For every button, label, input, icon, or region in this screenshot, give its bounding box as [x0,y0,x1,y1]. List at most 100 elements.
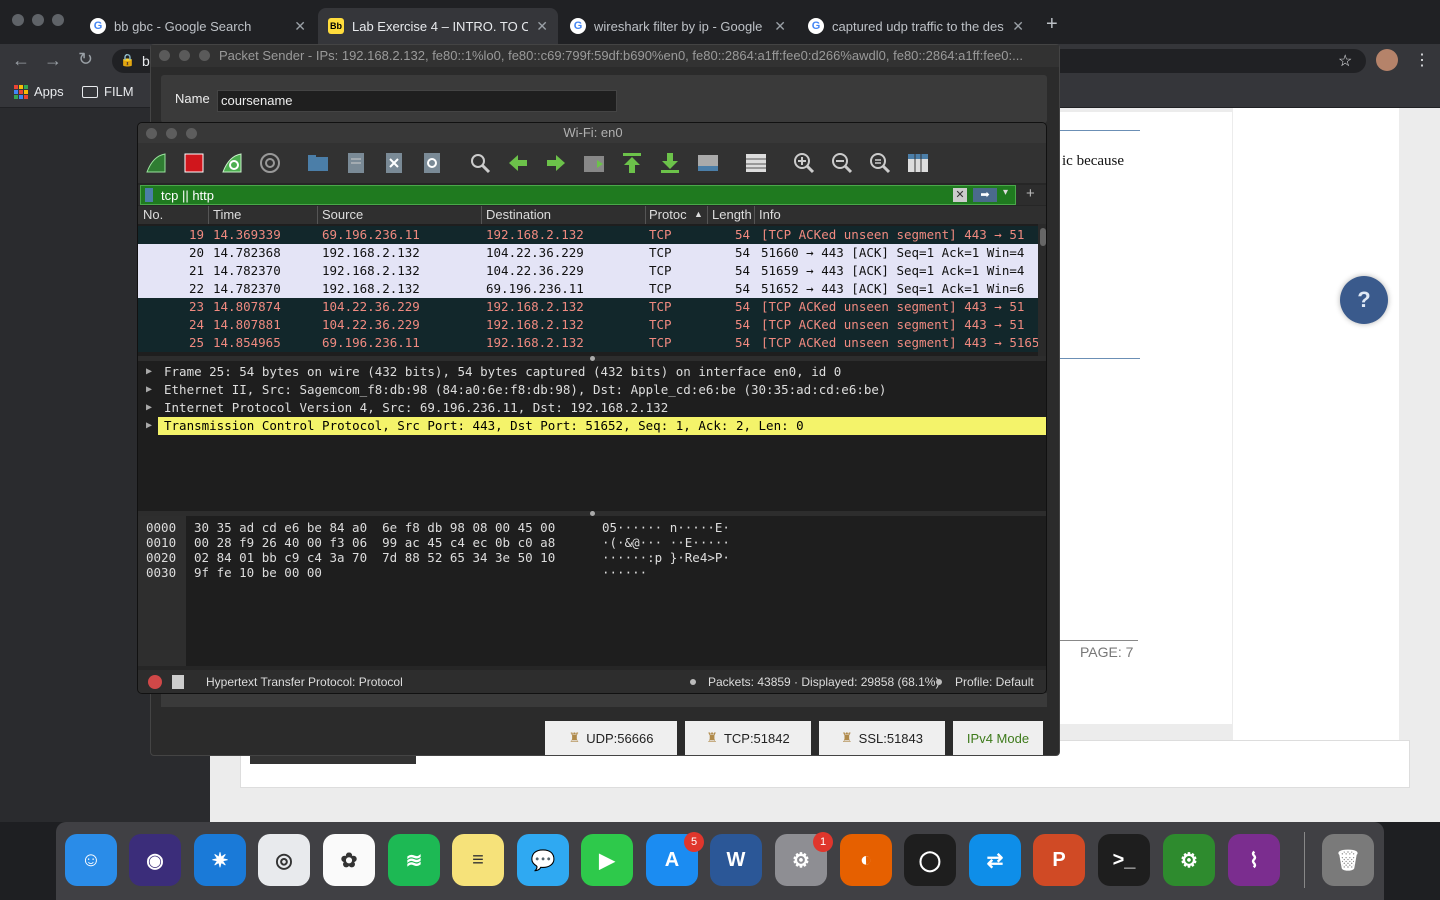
browser-tab[interactable]: G bb gbc - Google Search ✕ [80,8,316,44]
reload-file-icon[interactable] [420,151,444,175]
chrome-dock-icon[interactable]: ◎ [258,834,310,886]
terminal-dock-icon[interactable]: >_ [1098,834,1150,886]
add-filter-button[interactable]: + [1026,185,1035,202]
browser-tab-active[interactable]: Bb Lab Exercise 4 – INTRO. TO CYB ✕ [318,8,558,44]
packet-row[interactable]: 20 14.782368 192.168.2.132 104.22.36.229 TCP… [138,244,1038,262]
minimize-window-button[interactable] [32,14,44,26]
spotify-dock-icon[interactable]: ≋ [388,834,440,886]
browser-tab[interactable]: G wireshark filter by ip - Google Se ✕ [560,8,796,44]
expand-triangle-icon[interactable]: ▶ [146,381,152,399]
zoom-in-icon[interactable] [792,151,816,175]
restart-capture-icon[interactable] [220,151,244,175]
display-filter-input[interactable]: tcp || http ✕ ➡ ▾ [140,185,1016,205]
colorize-list-icon[interactable] [744,151,768,175]
new-tab-button[interactable]: + [1046,14,1058,34]
expand-triangle-icon[interactable]: ▶ [146,363,152,381]
packet-row[interactable]: 19 14.369339 69.196.236.11 192.168.2.132 TCP… [138,226,1038,244]
powerpoint-dock-icon[interactable]: P [1033,834,1085,886]
profile-avatar[interactable] [1376,49,1398,71]
detail-row-tcp[interactable]: ▶ Transmission Control Protocol, Src Port… [138,417,1046,435]
detail-row-ethernet[interactable]: ▶ Ethernet II, Src: Sagemcom_f8:db:98 (84… [138,381,1046,399]
network-radar-dock-icon[interactable]: ⌇ [1228,834,1280,886]
minimize-window-button[interactable] [179,50,190,61]
scrollbar-thumb[interactable] [1040,228,1046,246]
column-header-protocol[interactable]: Protoc [649,207,697,222]
go-forward-arrow-icon[interactable] [544,151,568,175]
auto-scroll-icon[interactable] [696,151,720,175]
close-tab-icon[interactable]: ✕ [1012,18,1024,35]
go-back-arrow-icon[interactable] [506,151,530,175]
bookmark-film[interactable]: FILM [82,84,134,99]
go-to-packet-icon[interactable] [582,151,606,175]
stop-capture-icon[interactable] [182,151,206,175]
filter-dropdown-chevron-icon[interactable]: ▾ [1003,187,1008,198]
expand-triangle-icon[interactable]: ▶ [146,417,152,435]
zoom-window-button[interactable] [186,128,197,139]
packet-row[interactable]: 21 14.782370 192.168.2.132 104.22.36.229 TCP… [138,262,1038,280]
safari-dock-icon[interactable]: ✷ [194,834,246,886]
packet-list-scrollbar[interactable] [1038,224,1046,356]
trash-dock-icon[interactable]: 🗑 [1322,834,1374,886]
udp-port-button[interactable]: ♜ UDP:56666 [545,721,677,755]
sync-dock-icon[interactable]: ◯ [904,834,956,886]
go-first-packet-icon[interactable] [620,151,644,175]
column-header-destination[interactable]: Destination [486,207,551,222]
column-header-source[interactable]: Source [322,207,363,222]
forward-arrow-icon[interactable]: → [44,50,62,71]
bookmark-apps[interactable]: Apps [14,84,64,99]
packet-row[interactable]: 25 14.854965 69.196.236.11 192.168.2.132 TCP… [138,334,1038,352]
word-dock-icon[interactable]: W [710,834,762,886]
capture-comment-icon[interactable] [172,675,184,689]
finder-dock-icon[interactable]: ☺ [65,834,117,886]
start-capture-fin-icon[interactable] [144,151,168,175]
column-header-length[interactable]: Length [712,207,754,222]
clear-filter-icon[interactable]: ✕ [953,188,967,202]
close-window-button[interactable] [159,50,170,61]
close-window-button[interactable] [12,14,24,26]
save-file-icon[interactable] [344,151,368,175]
detail-row-ip[interactable]: ▶ Internet Protocol Version 4, Src: 69.19… [138,399,1046,417]
bookmark-filter-icon[interactable] [145,188,153,202]
resize-columns-icon[interactable] [906,151,930,175]
go-last-packet-icon[interactable] [658,151,682,175]
name-input[interactable]: coursename [217,90,617,112]
bookmark-star-icon[interactable]: ☆ [1338,51,1352,71]
close-window-button[interactable] [146,128,157,139]
close-tab-icon[interactable]: ✕ [774,18,786,35]
packet-row[interactable]: 23 14.807874 104.22.36.229 192.168.2.132 TCP… [138,298,1038,316]
notes-dock-icon[interactable]: ≡ [452,834,504,886]
expand-triangle-icon[interactable]: ▶ [146,399,152,417]
zoom-window-button[interactable] [52,14,64,26]
zoom-window-button[interactable] [199,50,210,61]
close-file-icon[interactable] [382,151,406,175]
zoom-out-icon[interactable] [830,151,854,175]
minimize-window-button[interactable] [166,128,177,139]
close-tab-icon[interactable]: ✕ [294,18,306,35]
apply-filter-arrow-icon[interactable]: ➡ [973,188,997,202]
menu-kebab-icon[interactable]: ⋮ [1414,50,1430,70]
find-packet-search-icon[interactable] [468,151,492,175]
detail-row-frame[interactable]: ▶ Frame 25: 54 bytes on wire (432 bits), … [138,363,1046,381]
packet-row[interactable]: 24 14.807881 104.22.36.229 192.168.2.132 TCP… [138,316,1038,334]
expert-info-icon[interactable] [148,675,162,689]
wireshark-dock-icon[interactable]: ⚙ [1163,834,1215,886]
firefox-dock-icon[interactable]: ◐ [840,834,892,886]
ssl-port-button[interactable]: ♜ SSL:51843 [819,721,945,755]
profile-text[interactable]: Profile: Default [955,675,1034,689]
capture-options-gear-icon[interactable] [258,151,282,175]
tcp-port-button[interactable]: ♜ TCP:51842 [685,721,811,755]
reload-icon[interactable]: ↻ [78,49,93,70]
messages-dock-icon[interactable]: 💬 [517,834,569,886]
teamviewer-dock-icon[interactable]: ⇄ [969,834,1021,886]
open-folder-icon[interactable] [306,151,330,175]
column-header-no[interactable]: No. [143,207,163,222]
help-question-icon[interactable]: ? [1340,276,1388,324]
normal-size-icon[interactable] [868,151,892,175]
facetime-dock-icon[interactable]: ▶ [581,834,633,886]
photos-dock-icon[interactable]: ✿ [323,834,375,886]
packet-row[interactable]: 22 14.782370 192.168.2.132 69.196.236.11 TCP… [138,280,1038,298]
column-header-time[interactable]: Time [213,207,241,222]
ipv4-mode-button[interactable]: IPv4 Mode [953,721,1043,755]
column-header-info[interactable]: Info [759,207,781,222]
close-tab-icon[interactable]: ✕ [536,18,548,35]
